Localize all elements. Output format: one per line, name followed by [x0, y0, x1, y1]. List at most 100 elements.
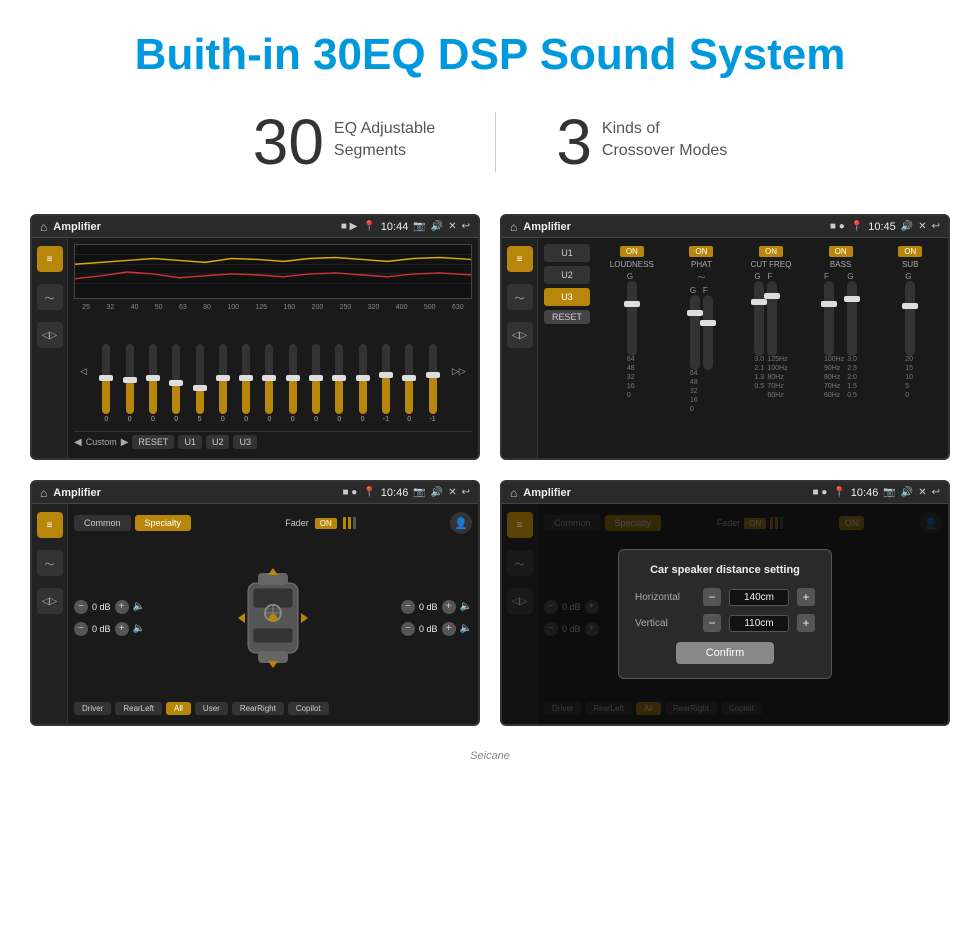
home-icon-3[interactable]: ⌂	[40, 486, 47, 500]
vol-br-minus[interactable]: −	[401, 622, 415, 636]
spk-rearright[interactable]: RearRight	[232, 702, 284, 715]
vol-tl-plus[interactable]: +	[115, 600, 129, 614]
eq-slider-6: 0	[242, 344, 250, 423]
dialog-time: 10:46	[851, 487, 879, 499]
left-vols: − 0 dB + 🔈 − 0 dB + 🔈	[74, 544, 145, 691]
specialty-screen: ⌂ Amplifier ■ ● 📍 10:46 📷 🔊 ✕ ↩ ≡ 〜 ◁▷	[30, 480, 480, 726]
eq-next-icon[interactable]: ▶	[121, 437, 129, 448]
preset-u2[interactable]: U2	[544, 266, 590, 284]
eq-u2-btn[interactable]: U2	[206, 435, 230, 449]
fader-on[interactable]: ON	[315, 518, 337, 529]
x-icon-2[interactable]: ✕	[918, 221, 926, 232]
specialty-sidebar-wave[interactable]: 〜	[37, 550, 63, 576]
speaker-icon-tr: 🔈	[460, 601, 472, 612]
scroll-right-icon[interactable]: ▷▷	[452, 366, 466, 377]
eq-slider-3: 0	[172, 344, 180, 423]
eq-sidebar-vol[interactable]: ◁▷	[37, 322, 63, 348]
home-icon-2[interactable]: ⌂	[510, 220, 517, 234]
eq-sidebar-eq[interactable]: ≡	[37, 246, 63, 272]
eq-title: Amplifier	[53, 221, 335, 233]
preset-u3[interactable]: U3	[544, 288, 590, 306]
dialog-icons: ■ ●	[812, 487, 827, 498]
back-icon-2[interactable]: ↩	[932, 221, 940, 232]
tab-specialty[interactable]: Specialty	[135, 515, 192, 531]
back-icon-4[interactable]: ↩	[932, 487, 940, 498]
scroll-left-icon[interactable]: ◁	[80, 366, 87, 377]
spk-copilot[interactable]: Copilot	[288, 702, 329, 715]
eq-icons: ■ ▶	[341, 221, 358, 232]
tab-common[interactable]: Common	[74, 515, 131, 531]
phat-on[interactable]: ON	[689, 246, 713, 257]
dialog-vertical-row: Vertical − 110cm +	[635, 614, 815, 632]
ch-loudness: ON LOUDNESS G 644832160	[600, 246, 664, 399]
dialog-horizontal-row: Horizontal − 140cm +	[635, 588, 815, 606]
cutfreq-name: CUT FREQ	[751, 260, 792, 269]
car-diagram-center	[149, 544, 397, 691]
horizontal-minus-btn[interactable]: −	[703, 588, 721, 606]
x-icon-3[interactable]: ✕	[448, 487, 456, 498]
vertical-plus-btn[interactable]: +	[797, 614, 815, 632]
x-icon[interactable]: ✕	[448, 221, 456, 232]
fader-bars	[343, 517, 356, 529]
car-svg	[233, 563, 313, 673]
eq-slider-11: 0	[359, 344, 367, 423]
spk-driver[interactable]: Driver	[74, 702, 111, 715]
specialty-sidebar-eq[interactable]: ≡	[37, 512, 63, 538]
spk-all[interactable]: All	[166, 702, 191, 715]
back-icon[interactable]: ↩	[462, 221, 470, 232]
stat-eq-label: EQ AdjustableSegments	[334, 110, 435, 163]
crossover-reset[interactable]: RESET	[544, 310, 590, 324]
crossover-screen: ⌂ Amplifier ■ ● 📍 10:45 🔊 ✕ ↩ ≡ 〜 ◁▷	[500, 214, 950, 460]
crossover-sidebar-wave[interactable]: 〜	[507, 284, 533, 310]
vol-icon-4: 🔊	[901, 487, 913, 498]
eq-slider-2: 0	[149, 344, 157, 423]
eq-content: ≡ 〜 ◁▷	[32, 238, 478, 458]
vol-tr-minus[interactable]: −	[401, 600, 415, 614]
confirm-button[interactable]: Confirm	[676, 642, 775, 664]
eq-bottom-bar: ◀ Custom ▶ RESET U1 U2 U3	[74, 431, 472, 452]
x-icon-4[interactable]: ✕	[918, 487, 926, 498]
preset-col: U1 U2 U3 RESET	[544, 244, 594, 452]
preset-u1[interactable]: U1	[544, 244, 590, 262]
crossover-sidebar-vol[interactable]: ◁▷	[507, 322, 533, 348]
eq-slider-9: 0	[312, 344, 320, 423]
crossover-title: Amplifier	[523, 221, 824, 233]
loudness-on[interactable]: ON	[620, 246, 644, 257]
crossover-sidebar-eq[interactable]: ≡	[507, 246, 533, 272]
spk-user[interactable]: User	[195, 702, 228, 715]
horizontal-plus-btn[interactable]: +	[797, 588, 815, 606]
cutfreq-on[interactable]: ON	[759, 246, 783, 257]
spk-rearleft[interactable]: RearLeft	[115, 702, 162, 715]
location-icon-3: 📍	[363, 487, 375, 498]
eq-prev-icon[interactable]: ◀	[74, 437, 82, 448]
specialty-sidebar: ≡ 〜 ◁▷	[32, 504, 68, 724]
sub-on[interactable]: ON	[898, 246, 922, 257]
eq-u1-btn[interactable]: U1	[178, 435, 202, 449]
person-icon[interactable]: 👤	[450, 512, 472, 534]
eq-sidebar: ≡ 〜 ◁▷	[32, 238, 68, 458]
eq-sidebar-wave[interactable]: 〜	[37, 284, 63, 310]
camera-icon: 📷	[413, 221, 425, 232]
distance-dialog: Car speaker distance setting Horizontal …	[618, 549, 832, 679]
stat-eq-number: 30	[253, 110, 324, 174]
crossover-layout: U1 U2 U3 RESET ON LOUDNESS	[544, 244, 942, 452]
eq-reset-btn[interactable]: RESET	[132, 435, 174, 449]
vol-tr-plus[interactable]: +	[442, 600, 456, 614]
vol-bl-minus[interactable]: −	[74, 622, 88, 636]
home-icon-4[interactable]: ⌂	[510, 486, 517, 500]
dialog-vertical-label: Vertical	[635, 618, 695, 629]
vertical-minus-btn[interactable]: −	[703, 614, 721, 632]
bass-on[interactable]: ON	[829, 246, 853, 257]
dialog-topbar: ⌂ Amplifier ■ ● 📍 10:46 📷 🔊 ✕ ↩	[502, 482, 948, 504]
eq-freq-labels: 2532 4050 6380 100125 160200 250320 4005…	[74, 303, 472, 312]
home-icon[interactable]: ⌂	[40, 220, 47, 234]
bass-name: BASS	[830, 260, 851, 269]
eq-u3-btn[interactable]: U3	[233, 435, 257, 449]
vol-br-plus[interactable]: +	[442, 622, 456, 636]
vol-tl-minus[interactable]: −	[74, 600, 88, 614]
specialty-topbar: ⌂ Amplifier ■ ● 📍 10:46 📷 🔊 ✕ ↩	[32, 482, 478, 504]
back-icon-3[interactable]: ↩	[462, 487, 470, 498]
vol-bl-plus[interactable]: +	[115, 622, 129, 636]
eq-time: 10:44	[381, 221, 409, 233]
specialty-sidebar-vol[interactable]: ◁▷	[37, 588, 63, 614]
